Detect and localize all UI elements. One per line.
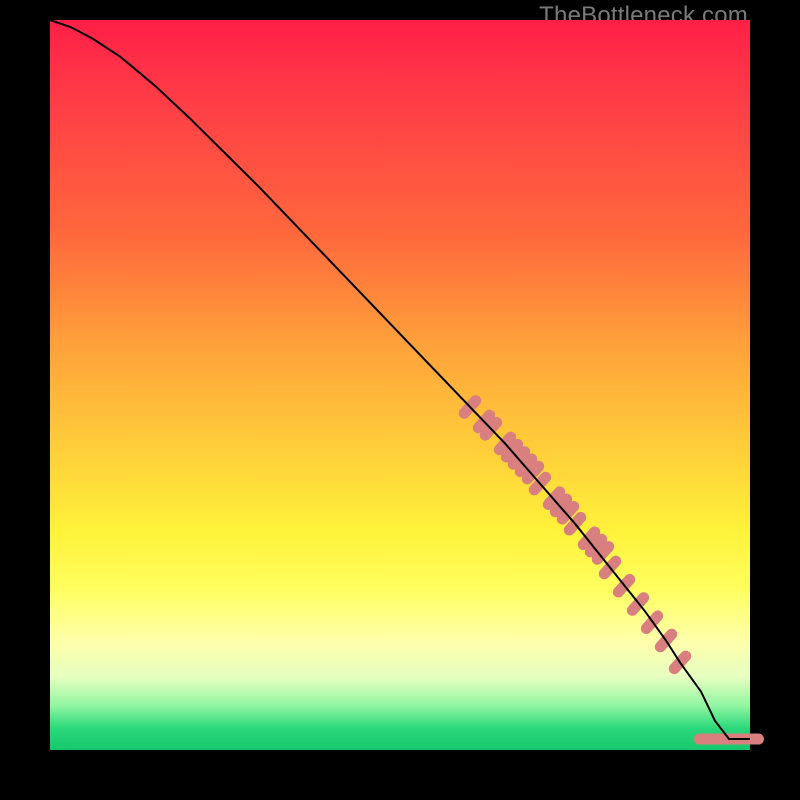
chart-svg: [50, 20, 750, 750]
plot-area: [50, 20, 750, 750]
chart-stage: TheBottleneck.com: [0, 0, 800, 800]
